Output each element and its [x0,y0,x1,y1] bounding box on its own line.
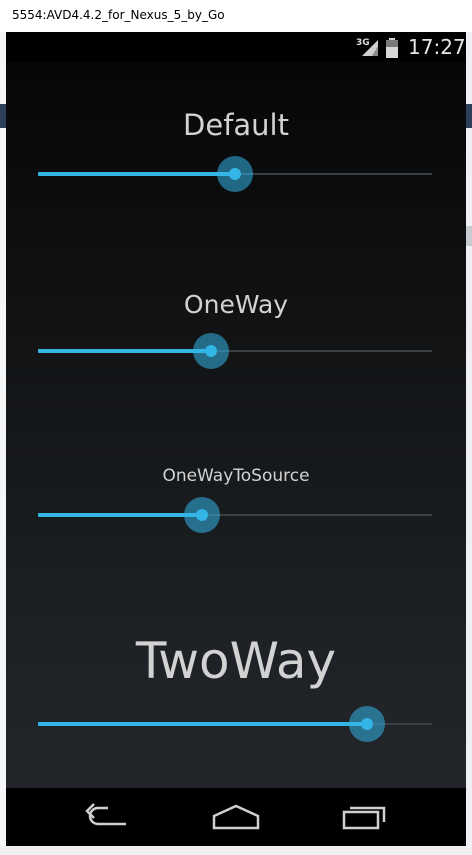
default-slider[interactable] [38,154,432,194]
home-button[interactable] [206,800,266,834]
status-clock: 17:27 [408,35,466,59]
slider-fill [38,513,202,517]
battery-icon [386,38,398,58]
slider-label-oneway: OneWay [183,290,289,319]
back-button[interactable] [78,800,138,834]
twoway-slider[interactable] [38,704,432,744]
back-icon [85,803,126,826]
recents-button[interactable] [334,800,394,834]
desktop-strip-right-2 [466,226,472,246]
slider-thumb[interactable] [193,333,229,369]
onewaytosource-slider[interactable] [38,495,432,535]
slider-fill [38,722,367,726]
oneway-slider[interactable] [38,331,432,371]
slider-thumb[interactable] [217,156,253,192]
slider-fill [38,172,235,176]
window-bottom-border [0,846,472,855]
slider-thumb[interactable] [349,706,385,742]
window-title: 5554:AVD4.4.2_for_Nexus_5_by_Go [12,8,225,22]
navigation-bar [6,788,466,846]
window-titlebar: 5554:AVD4.4.2_for_Nexus_5_by_Go [0,0,472,33]
desktop-strip-right [466,104,472,128]
desktop-background-right [466,32,472,855]
signal-icon [362,40,378,56]
device-screen: 3G 17:27 Default OneWay OneWayToSource T… [6,32,466,846]
slider-label-onewaytosource: OneWayToSource [162,466,310,486]
slider-fill [38,349,211,353]
home-icon [212,804,260,830]
slider-label-default: Default [183,108,289,142]
slider-label-twoway: TwoWay [135,632,337,690]
slider-thumb[interactable] [184,497,220,533]
recents-icon [342,806,386,830]
status-bar: 3G 17:27 [6,32,466,62]
